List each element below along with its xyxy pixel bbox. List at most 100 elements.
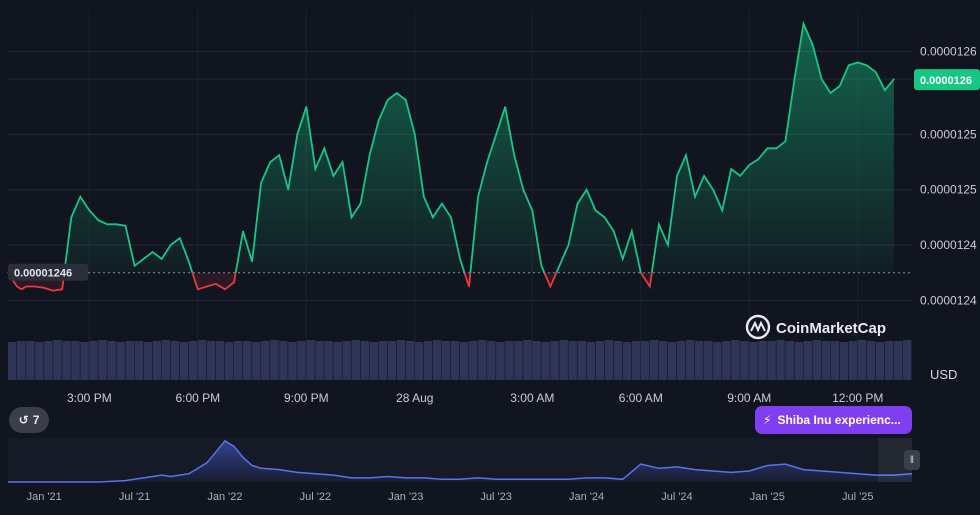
volume-bar: [649, 340, 659, 380]
price-point: [260, 182, 262, 184]
price-point: [133, 265, 136, 267]
price-point: [359, 202, 362, 205]
volume-bar: [80, 342, 89, 380]
price-point: [730, 168, 732, 170]
volume-bar: [758, 341, 767, 380]
volume-bar: [740, 341, 749, 380]
volume-bar: [523, 340, 532, 380]
price-point: [567, 244, 570, 246]
navigator-handle[interactable]: ‖: [904, 450, 920, 470]
volume-bar: [749, 342, 758, 380]
volume-bar: [17, 341, 26, 380]
price-point: [369, 154, 371, 156]
volume-bar: [170, 341, 180, 380]
price-point: [34, 285, 36, 288]
price-point: [432, 216, 434, 218]
price-point: [251, 261, 253, 263]
price-point: [576, 202, 579, 205]
volume-bar: [722, 341, 731, 380]
price-point: [197, 288, 199, 290]
price-point: [748, 164, 750, 166]
volume-bar: [107, 341, 116, 380]
price-point: [477, 196, 479, 198]
navigator-tick-label: Jul '21: [119, 491, 150, 503]
price-point: [152, 251, 154, 253]
price-point: [585, 189, 588, 191]
y-tick-label: 0.0000126: [920, 44, 977, 58]
volume-bar: [197, 340, 207, 380]
volume-bar: [839, 342, 849, 380]
price-point: [188, 261, 190, 263]
volume-bar: [505, 341, 514, 380]
price-point: [396, 92, 398, 94]
volume-bar: [821, 341, 831, 380]
price-point: [296, 133, 298, 136]
x-tick-label: 6:00 PM: [175, 391, 220, 405]
price-point: [115, 223, 118, 225]
volume-bar: [270, 340, 279, 380]
price-point: [25, 285, 27, 288]
volume-bar: [188, 341, 198, 380]
price-point: [830, 92, 832, 94]
price-point: [667, 244, 669, 246]
volume-bar: [179, 342, 189, 380]
price-point: [739, 175, 741, 177]
price-point: [694, 196, 696, 198]
price-point: [450, 216, 452, 218]
price-point: [341, 161, 344, 163]
price-point: [278, 154, 280, 156]
price-point: [658, 223, 660, 225]
price-point: [766, 147, 768, 149]
volume-bar: [767, 341, 776, 380]
volume-bar: [686, 340, 695, 380]
price-point: [504, 106, 506, 108]
price-point: [775, 147, 778, 149]
price-point: [649, 285, 651, 288]
navigator-tick-label: Jul '24: [661, 491, 692, 503]
volume-bar: [613, 341, 623, 380]
event-tag-button[interactable]: ⚡ Shiba Inu experienc...: [755, 406, 912, 434]
price-point: [757, 158, 759, 160]
volume-bar: [848, 341, 858, 380]
volume-bar: [62, 341, 71, 380]
price-point: [52, 290, 54, 292]
price-point: [323, 147, 325, 149]
price-point: [378, 120, 380, 122]
volume-bar: [441, 341, 451, 380]
y-tick-label: 0.0000125: [920, 127, 977, 141]
volume-bar: [387, 341, 397, 380]
price-point: [97, 219, 99, 221]
volume-bar: [487, 341, 496, 380]
logo-mark-icon: [750, 320, 766, 333]
price-point: [622, 258, 624, 260]
volume-bar: [234, 341, 243, 380]
price-point: [441, 202, 443, 205]
volume-bars: [8, 340, 912, 380]
price-point: [124, 225, 127, 227]
volume-bar: [252, 342, 261, 380]
price-point: [16, 285, 18, 288]
x-tick-label: 6:00 AM: [619, 391, 663, 405]
events-toggle-button[interactable]: ↺ 7: [9, 407, 49, 433]
price-point: [793, 78, 796, 80]
price-point: [685, 154, 687, 156]
price-point: [459, 258, 461, 260]
navigator-tick-label: Jan '21: [27, 491, 62, 503]
volume-bar: [261, 341, 270, 380]
volume-bar: [396, 340, 406, 380]
price-point: [61, 288, 63, 290]
navigator-tick-label: Jan '25: [750, 491, 785, 503]
volume-bar: [667, 342, 677, 380]
volume-bar: [44, 341, 53, 380]
volume-bar: [71, 341, 80, 380]
navigator-tick-label: Jul '23: [480, 491, 511, 503]
history-icon: ↺: [18, 413, 29, 427]
price-point: [604, 216, 606, 218]
volume-bar: [658, 341, 668, 380]
price-point: [79, 196, 81, 198]
price-point: [405, 99, 407, 101]
volume-bar: [324, 341, 333, 380]
volume-bar: [541, 342, 550, 380]
volume-bar: [776, 340, 785, 380]
price-point: [712, 189, 714, 191]
